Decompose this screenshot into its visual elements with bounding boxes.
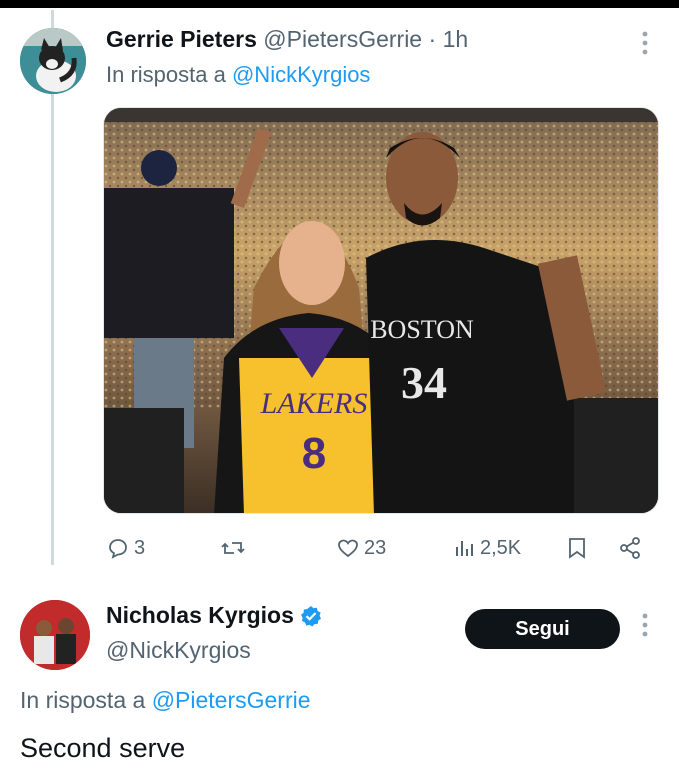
retweet-icon — [221, 542, 245, 554]
reply-button[interactable]: 3 — [106, 536, 145, 560]
reply-prefix: In risposta a — [106, 62, 226, 87]
author-name-row: Nicholas Kyrgios — [106, 602, 322, 629]
follow-button[interactable]: Segui — [465, 609, 620, 649]
comment-icon — [109, 539, 127, 559]
heart-icon — [338, 539, 358, 558]
author-name[interactable]: Nicholas Kyrgios — [106, 602, 294, 629]
like-button[interactable]: 23 — [336, 536, 386, 560]
reply-context: In risposta a @NickKyrgios — [106, 62, 370, 88]
share-button[interactable] — [618, 536, 642, 560]
photo-image: LAKERS 8 BOSTON 34 — [104, 108, 658, 513]
reply-mention-link[interactable]: @NickKyrgios — [232, 62, 370, 87]
author-handle[interactable]: @PietersGerrie — [263, 26, 422, 52]
bookmark-button[interactable] — [566, 536, 588, 560]
tweet-actions-bar: 3 23 2,5K — [106, 536, 646, 566]
cat-avatar-icon — [20, 28, 86, 94]
more-vertical-icon[interactable] — [640, 612, 650, 638]
tweet-photo[interactable]: LAKERS 8 BOSTON 34 — [103, 107, 659, 514]
boston-jersey-text: BOSTON — [370, 315, 474, 344]
lakers-jersey-text: LAKERS — [260, 387, 368, 420]
reply-count: 3 — [134, 536, 146, 559]
reply-mention-link[interactable]: @PietersGerrie — [152, 687, 311, 713]
views-count: 2,5K — [480, 536, 522, 559]
reply-context: In risposta a @PietersGerrie — [20, 687, 311, 714]
avatar[interactable] — [20, 600, 90, 670]
author-name[interactable]: Gerrie Pieters — [106, 26, 257, 52]
status-bar — [0, 0, 679, 8]
views-button[interactable]: 2,5K — [452, 536, 521, 560]
lakers-jersey-number: 8 — [302, 429, 326, 478]
avatar[interactable] — [20, 28, 86, 94]
kyrgios-avatar-icon — [20, 600, 90, 670]
like-count: 23 — [364, 536, 387, 559]
retweet-button[interactable] — [220, 536, 246, 560]
verified-badge-icon — [300, 605, 321, 626]
boston-jersey-number: 34 — [401, 357, 447, 408]
more-vertical-icon[interactable] — [640, 30, 650, 56]
bookmark-icon — [569, 538, 585, 559]
reply-prefix: In risposta a — [20, 687, 146, 713]
views-icon — [456, 541, 473, 556]
tweet-header: Gerrie Pieters @PietersGerrie · 1h — [106, 26, 468, 53]
timestamp[interactable]: 1h — [443, 26, 469, 52]
tweet-text: Second serve — [20, 733, 186, 763]
author-handle[interactable]: @NickKyrgios — [106, 637, 251, 664]
separator: · — [428, 26, 437, 52]
share-icon — [620, 537, 640, 559]
